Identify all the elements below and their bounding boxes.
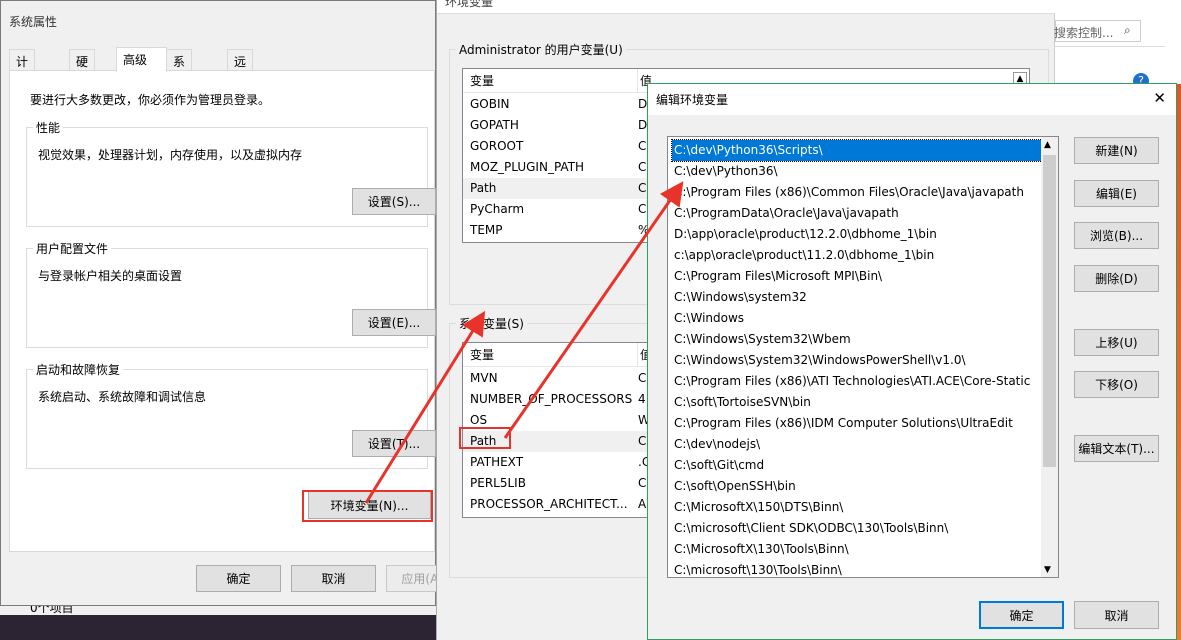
edit-environment-variable-dialog: 编辑环境变量 ✕ C:\dev\Python36\Scripts\ C:\dev\…	[647, 83, 1177, 640]
new-button[interactable]: 新建(N)	[1074, 137, 1159, 164]
tab-advanced[interactable]: 高级	[116, 47, 167, 72]
path-entry[interactable]: C:\Windows\system32	[672, 287, 1042, 308]
system-variables-title: 系统变量(S)	[456, 315, 527, 332]
path-entry[interactable]: C:\dev\Python36\Scripts\	[671, 139, 1043, 162]
user-profiles-title: 用户配置文件	[33, 240, 112, 257]
path-entry[interactable]: C:\Program Files (x86)\IDM Computer Solu…	[672, 413, 1042, 434]
path-entry[interactable]: C:\MicrosoftX\130\Tools\Binn\	[672, 539, 1042, 560]
variable-name: GOPATH	[470, 118, 519, 132]
variable-name: PROCESSOR_ARCHITECT...	[470, 497, 628, 511]
ok-button[interactable]: 确定	[979, 601, 1064, 629]
window-titlebar: 环境变量	[437, 0, 1055, 14]
control-panel-divider	[1055, 46, 1165, 47]
header-variable: 变量	[470, 74, 495, 88]
path-entry[interactable]: D:\app\oracle\product\12.2.0\dbhome_1\bi…	[672, 224, 1042, 245]
path-entry[interactable]: C:\microsoft\Client SDK\ODBC\130\Tools\B…	[672, 518, 1042, 539]
performance-settings-button[interactable]: 设置(S)...	[352, 188, 436, 215]
tab-hardware[interactable]: 硬件	[69, 49, 96, 86]
variable-name: Path	[470, 181, 497, 195]
advanced-tab-panel: 要进行大多数更改，你必须作为管理员登录。 性能 视觉效果，处理器计划，内存使用，…	[9, 70, 436, 552]
variable-name: TEMP	[470, 223, 503, 237]
user-profiles-desc: 与登录帐户相关的桌面设置	[38, 269, 183, 283]
startup-recovery-title: 启动和故障恢复	[33, 361, 124, 378]
variable-name: PyCharm	[470, 202, 525, 216]
tab-system-protection[interactable]: 系统保护	[166, 49, 193, 120]
variable-value: D	[638, 118, 648, 132]
path-entry[interactable]: C:\dev\Python36\	[672, 161, 1042, 182]
edit-button[interactable]: 编辑(E)	[1074, 180, 1159, 207]
tab-remote[interactable]: 远程	[227, 49, 254, 86]
path-entry[interactable]: C:\Windows	[672, 308, 1042, 329]
path-entry[interactable]: C:\Windows\System32\Wbem	[672, 329, 1042, 350]
variable-value: D	[638, 97, 648, 111]
variable-name: GOBIN	[470, 97, 510, 111]
ok-button[interactable]: 确定	[196, 565, 281, 592]
browse-button[interactable]: 浏览(B)...	[1074, 222, 1159, 249]
path-entry[interactable]: C:\MicrosoftX\150\DTS\Binn\	[672, 497, 1042, 518]
path-entry[interactable]: C:\soft\TortoiseSVN\bin	[672, 392, 1042, 413]
search-placeholder: 搜索控制...	[1054, 26, 1114, 40]
startup-recovery-desc: 系统启动、系统故障和调试信息	[38, 390, 207, 404]
scroll-up-arrow-icon[interactable]: ▲	[1044, 140, 1051, 150]
dialog-title: 编辑环境变量	[656, 93, 729, 107]
scroll-down-arrow-icon[interactable]: ▼	[1044, 565, 1051, 575]
path-entry[interactable]: C:\microsoft\130\Tools\Binn\	[672, 560, 1042, 577]
performance-desc: 视觉效果，处理器计划，内存使用，以及虚拟内存	[38, 148, 303, 162]
variable-name: MVN	[470, 371, 498, 385]
close-icon[interactable]: ✕	[1153, 89, 1166, 107]
path-entry[interactable]: C:\Program Files (x86)\Common Files\Orac…	[672, 182, 1042, 203]
admin-notice: 要进行大多数更改，你必须作为管理员登录。	[30, 93, 271, 107]
env-button-highlight	[302, 490, 433, 522]
path-entry[interactable]: C:\ProgramData\Oracle\Java\javapath	[672, 203, 1042, 224]
control-panel-background: 搜索控制... ⌕ ?	[1054, 0, 1181, 89]
path-entry[interactable]: C:\soft\OpenSSH\bin	[672, 476, 1042, 497]
search-icon: ⌕	[1124, 23, 1131, 37]
move-down-button[interactable]: 下移(O)	[1074, 371, 1159, 398]
variable-value: 4	[638, 392, 646, 406]
edit-text-button[interactable]: 编辑文本(T)...	[1074, 435, 1159, 462]
path-entry[interactable]: C:\Program Files\Microsoft MPI\Bin\	[672, 266, 1042, 287]
path-entry[interactable]: C:\soft\Git\cmd	[672, 455, 1042, 476]
path-entry[interactable]: C:\Program Files (x86)\ATI Technologies\…	[672, 371, 1042, 392]
path-entry[interactable]: c:\app\oracle\product\11.2.0\dbhome_1\bi…	[672, 245, 1042, 266]
delete-button[interactable]: 删除(D)	[1074, 265, 1159, 292]
scrollbar-thumb[interactable]	[1043, 155, 1056, 467]
path-highlight	[459, 427, 511, 449]
user-variables-title: Administrator 的用户变量(U)	[456, 41, 626, 58]
window-title: 环境变量	[445, 0, 494, 9]
control-panel-search-box[interactable]: 搜索控制... ⌕	[1054, 20, 1141, 42]
dialog-titlebar: 编辑环境变量 ✕	[648, 84, 1176, 115]
variable-name: MOZ_PLUGIN_PATH	[470, 160, 585, 174]
path-entry[interactable]: C:\Windows\System32\WindowsPowerShell\v1…	[672, 350, 1042, 371]
path-entry[interactable]: C:\dev\nodejs\	[672, 434, 1042, 455]
variable-name: GOROOT	[470, 139, 524, 153]
variable-name: NUMBER_OF_PROCESSORS	[470, 392, 633, 406]
header-variable: 变量	[470, 348, 495, 362]
vertical-scrollbar[interactable]: ▲ ▼	[1041, 137, 1058, 577]
cancel-button[interactable]: 取消	[291, 565, 376, 592]
variable-name: PERL5LIB	[470, 476, 526, 490]
cancel-button[interactable]: 取消	[1074, 601, 1159, 629]
move-up-button[interactable]: 上移(U)	[1074, 329, 1159, 356]
startup-recovery-settings-button[interactable]: 设置(T)...	[352, 430, 436, 457]
system-properties-window: 系统属性 计算机名 硬件 高级 系统保护 远程 要进行大多数更改，你必须作为管理…	[0, 0, 446, 606]
window-title: 系统属性	[9, 15, 58, 29]
path-entries-list[interactable]: C:\dev\Python36\Scripts\ C:\dev\Python36\…	[667, 136, 1059, 578]
variable-name: PATHEXT	[470, 455, 524, 469]
performance-title: 性能	[33, 119, 64, 136]
tab-computer-name[interactable]: 计算机名	[9, 49, 36, 120]
user-profiles-settings-button[interactable]: 设置(E)...	[352, 309, 436, 336]
